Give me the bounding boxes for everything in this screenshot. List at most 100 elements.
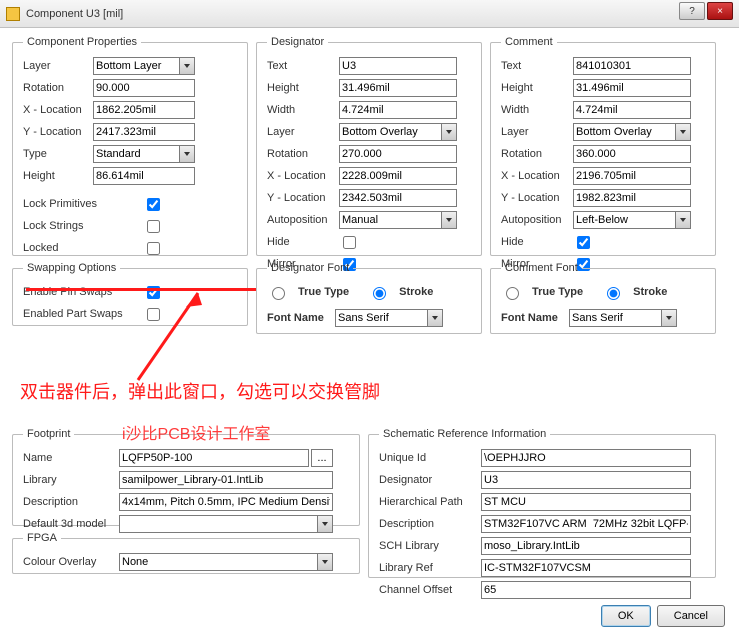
dropdown-icon[interactable]	[179, 57, 195, 75]
com-text-input[interactable]	[573, 57, 691, 75]
com-height-input[interactable]	[573, 79, 691, 97]
uid-input[interactable]	[481, 449, 691, 467]
des-xloc-input[interactable]	[339, 167, 457, 185]
legend: Swapping Options	[23, 262, 120, 274]
com-width-input[interactable]	[573, 101, 691, 119]
des-width-input[interactable]	[339, 101, 457, 119]
com-stroke-radio[interactable]	[607, 287, 620, 300]
rotation-label: Rotation	[267, 148, 339, 160]
xloc-label: X - Location	[267, 170, 339, 182]
comment-font-group: Comment Font True Type Stroke Font Name	[490, 262, 716, 334]
schlib-input[interactable]	[481, 537, 691, 555]
des-stroke-radio[interactable]	[373, 287, 386, 300]
name-label: Name	[23, 452, 119, 464]
rotation-label: Rotation	[23, 82, 93, 94]
stroke-label: Stroke	[399, 286, 433, 298]
chanoff-input[interactable]	[481, 581, 691, 599]
com-font-select[interactable]	[569, 309, 661, 327]
yloc-label: Y - Location	[23, 126, 93, 138]
width-label: Width	[501, 104, 573, 116]
cancel-button[interactable]: Cancel	[657, 605, 725, 627]
hide-label: Hide	[267, 236, 339, 248]
designator-font-group: Designator Font True Type Stroke Font Na…	[256, 262, 482, 334]
libref-input[interactable]	[481, 559, 691, 577]
browse-button[interactable]: ...	[311, 449, 333, 467]
dropdown-icon[interactable]	[317, 515, 333, 533]
app-icon	[6, 7, 20, 21]
lockprim-label: Lock Primitives	[23, 198, 143, 210]
dropdown-icon[interactable]	[675, 123, 691, 141]
yloc-label: Y - Location	[501, 192, 573, 204]
layer-select[interactable]	[93, 57, 179, 75]
des-label: Designator	[379, 474, 481, 486]
dropdown-icon[interactable]	[317, 553, 333, 571]
legend: Component Properties	[23, 36, 141, 48]
lockstr-label: Lock Strings	[23, 220, 143, 232]
fp-3d-select[interactable]	[119, 515, 317, 533]
fp-desc-input[interactable]	[119, 493, 333, 511]
text-label: Text	[267, 60, 339, 72]
com-truetype-radio[interactable]	[506, 287, 519, 300]
dropdown-icon[interactable]	[661, 309, 677, 327]
text-label: Text	[501, 60, 573, 72]
colour-label: Colour Overlay	[23, 556, 119, 568]
type-label: Type	[23, 148, 93, 160]
des-text-input[interactable]	[339, 57, 457, 75]
com-yloc-input[interactable]	[573, 189, 691, 207]
lock-primitives-checkbox[interactable]	[147, 198, 160, 211]
dropdown-icon[interactable]	[441, 123, 457, 141]
sch-des-input[interactable]	[481, 471, 691, 489]
yloc-input[interactable]	[93, 123, 195, 141]
comment-group: Comment Text Height Width Layer Rotation…	[490, 36, 716, 256]
schematic-ref-group: Schematic Reference Information Unique I…	[368, 428, 716, 578]
truetype-label: True Type	[532, 286, 583, 298]
legend: Comment Font	[501, 262, 582, 274]
dropdown-icon[interactable]	[441, 211, 457, 229]
locked-checkbox[interactable]	[147, 242, 160, 255]
rotation-input[interactable]	[93, 79, 195, 97]
fontname-label: Font Name	[501, 312, 569, 324]
legend: FPGA	[23, 532, 61, 544]
component-properties-group: Component Properties Layer Rotation X - …	[12, 36, 248, 256]
des-layer-select[interactable]	[339, 123, 441, 141]
ok-button[interactable]: OK	[601, 605, 651, 627]
fpga-group: FPGA Colour Overlay	[12, 532, 360, 574]
sch-desc-input[interactable]	[481, 515, 691, 533]
window-title: Component U3 [mil]	[26, 8, 123, 20]
stroke-label: Stroke	[633, 286, 667, 298]
des-height-input[interactable]	[339, 79, 457, 97]
close-button[interactable]: ×	[707, 2, 733, 20]
help-button[interactable]: ?	[679, 2, 705, 20]
fp-lib-input[interactable]	[119, 471, 333, 489]
des-rotation-input[interactable]	[339, 145, 457, 163]
des-font-select[interactable]	[335, 309, 427, 327]
des-autopos-select[interactable]	[339, 211, 441, 229]
dropdown-icon[interactable]	[179, 145, 195, 163]
height-label: Height	[267, 82, 339, 94]
com-xloc-input[interactable]	[573, 167, 691, 185]
height-input[interactable]	[93, 167, 195, 185]
com-autopos-select[interactable]	[573, 211, 675, 229]
des-yloc-input[interactable]	[339, 189, 457, 207]
dropdown-icon[interactable]	[427, 309, 443, 327]
com-rotation-input[interactable]	[573, 145, 691, 163]
com-hide-checkbox[interactable]	[577, 236, 590, 249]
dropdown-icon[interactable]	[675, 211, 691, 229]
legend: Comment	[501, 36, 557, 48]
hier-input[interactable]	[481, 493, 691, 511]
xloc-input[interactable]	[93, 101, 195, 119]
rotation-label: Rotation	[501, 148, 573, 160]
xloc-label: X - Location	[23, 104, 93, 116]
fp-name-input[interactable]	[119, 449, 309, 467]
type-select[interactable]	[93, 145, 179, 163]
autopos-label: Autoposition	[267, 214, 339, 226]
colour-overlay-select[interactable]	[119, 553, 317, 571]
lock-strings-checkbox[interactable]	[147, 220, 160, 233]
com-layer-select[interactable]	[573, 123, 675, 141]
annotation-main: 双击器件后，弹出此窗口，勾选可以交换管脚	[20, 378, 380, 404]
height-label: Height	[501, 82, 573, 94]
legend: Footprint	[23, 428, 74, 440]
des-truetype-radio[interactable]	[272, 287, 285, 300]
layer-label: Layer	[267, 126, 339, 138]
des-hide-checkbox[interactable]	[343, 236, 356, 249]
